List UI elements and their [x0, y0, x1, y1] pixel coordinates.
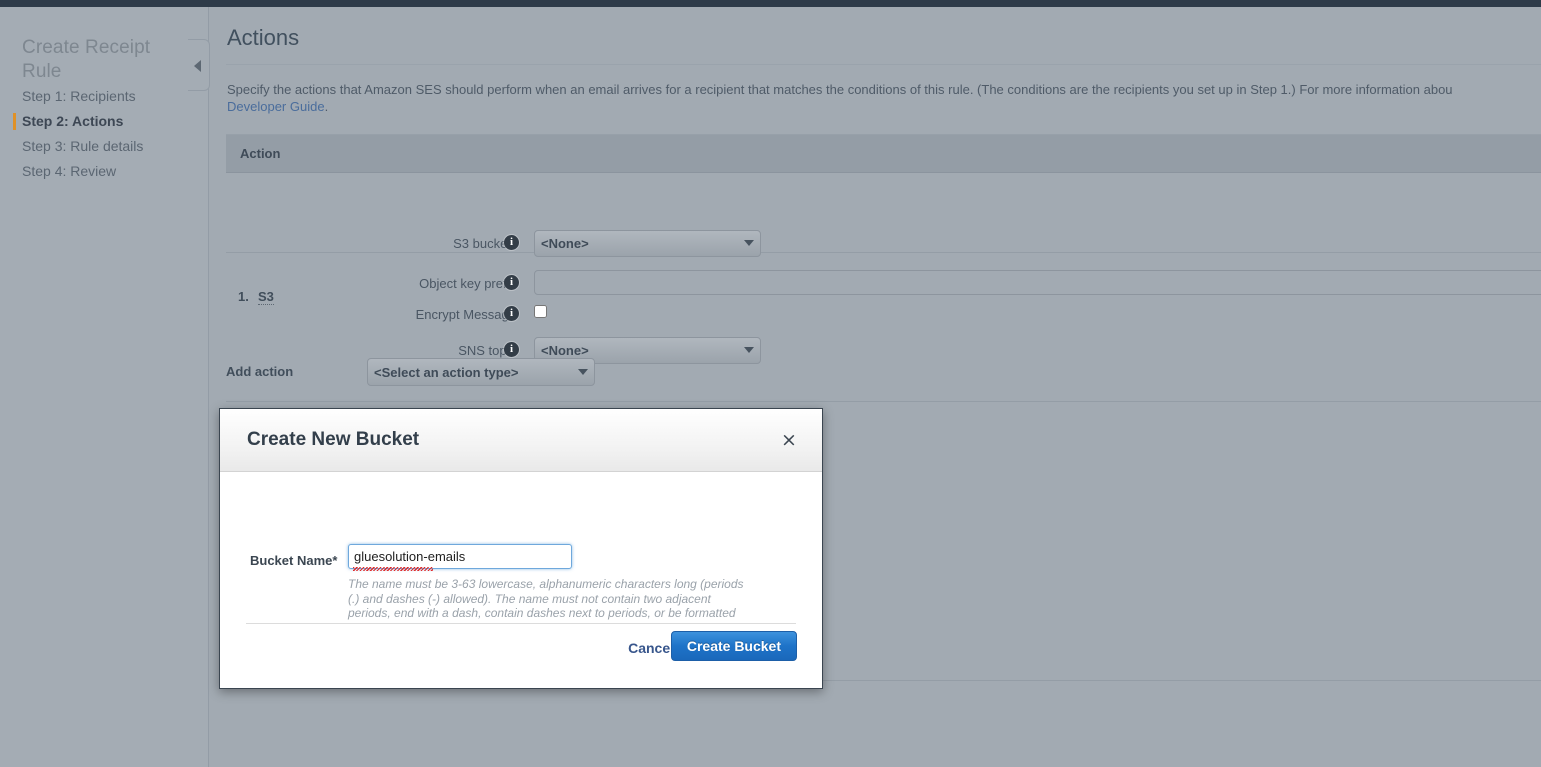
field-object-key-prefix: Object key prefix i [226, 270, 1541, 304]
sidebar-item-label: Step 4: Review [22, 163, 117, 179]
encrypt-message-checkbox[interactable] [534, 305, 547, 318]
cancel-button[interactable]: Cancel [626, 636, 676, 660]
footer-divider [246, 623, 796, 624]
wizard-sidebar: Create Receipt Rule Step 1: Recipients S… [0, 7, 209, 767]
close-icon[interactable]: × [779, 430, 799, 450]
field-encrypt-message: Encrypt Message i [226, 304, 1541, 335]
description-period: . [324, 99, 329, 114]
object-key-prefix-input[interactable] [534, 270, 1541, 295]
info-icon[interactable]: i [504, 275, 519, 290]
create-bucket-dialog: Create New Bucket × Bucket Name* The nam… [219, 408, 823, 689]
sidebar-item-step-2-actions[interactable]: Step 2: Actions [12, 113, 124, 130]
sidebar-item-label: Step 1: Recipients [22, 88, 136, 104]
field-label-wrap: S3 bucket* [326, 233, 516, 253]
page-title: Actions [227, 25, 300, 50]
dialog-header: Create New Bucket × [220, 409, 822, 472]
info-icon[interactable]: i [504, 306, 519, 321]
object-key-prefix-label: Object key prefix [419, 276, 516, 291]
sidebar-item-step-3-rule-details[interactable]: Step 3: Rule details [22, 138, 143, 154]
s3-bucket-select[interactable]: <None> [534, 230, 761, 257]
dialog-body: Bucket Name* The name must be 3-63 lower… [220, 472, 822, 635]
developer-guide-link[interactable]: Developer Guide [227, 99, 325, 114]
sidebar-item-step-1-recipients[interactable]: Step 1: Recipients [22, 88, 136, 104]
sidebar-item-step-4-review[interactable]: Step 4: Review [22, 163, 116, 179]
create-bucket-button[interactable]: Create Bucket [670, 631, 797, 661]
column-header-action: Action [240, 146, 281, 161]
actions-table: Action 1. S3 S3 bucket* i <None> Object … [226, 134, 1541, 364]
sidebar-item-label: Step 2: Actions [22, 113, 124, 129]
sidebar-item-label: Step 3: Rule details [22, 138, 144, 154]
table-row: 1. S3 S3 bucket* i <None> Object key pre… [226, 173, 1541, 364]
add-action-row: Add action <Select an action type> [226, 347, 1541, 402]
encrypt-message-label: Encrypt Message [415, 307, 516, 322]
page-description: Specify the actions that Amazon SES shou… [227, 81, 1541, 115]
info-icon[interactable]: i [504, 235, 519, 250]
title-divider [226, 64, 1541, 65]
field-label-wrap: Encrypt Message [326, 304, 516, 324]
dialog-title: Create New Bucket [247, 429, 420, 450]
field-s3-bucket: S3 bucket* i <None> [226, 230, 1541, 264]
chevron-left-icon [194, 60, 201, 72]
bucket-name-label: Bucket Name* [250, 553, 338, 568]
actions-table-header-row: Action [226, 135, 1541, 173]
description-text: Specify the actions that Amazon SES shou… [227, 82, 1453, 97]
field-label-wrap: Object key prefix [326, 273, 516, 293]
wizard-title: Create Receipt Rule [22, 36, 151, 82]
dialog-footer: Cancel Create Bucket [220, 623, 822, 688]
bucket-name-input[interactable] [348, 544, 572, 569]
page-root: Create Receipt Rule Step 1: Recipients S… [0, 7, 1541, 767]
add-action-select[interactable]: <Select an action type> [367, 358, 595, 386]
sidebar-collapse-button[interactable] [188, 39, 210, 91]
browser-chrome-strip [0, 0, 1541, 7]
add-action-label: Add action [226, 364, 294, 379]
